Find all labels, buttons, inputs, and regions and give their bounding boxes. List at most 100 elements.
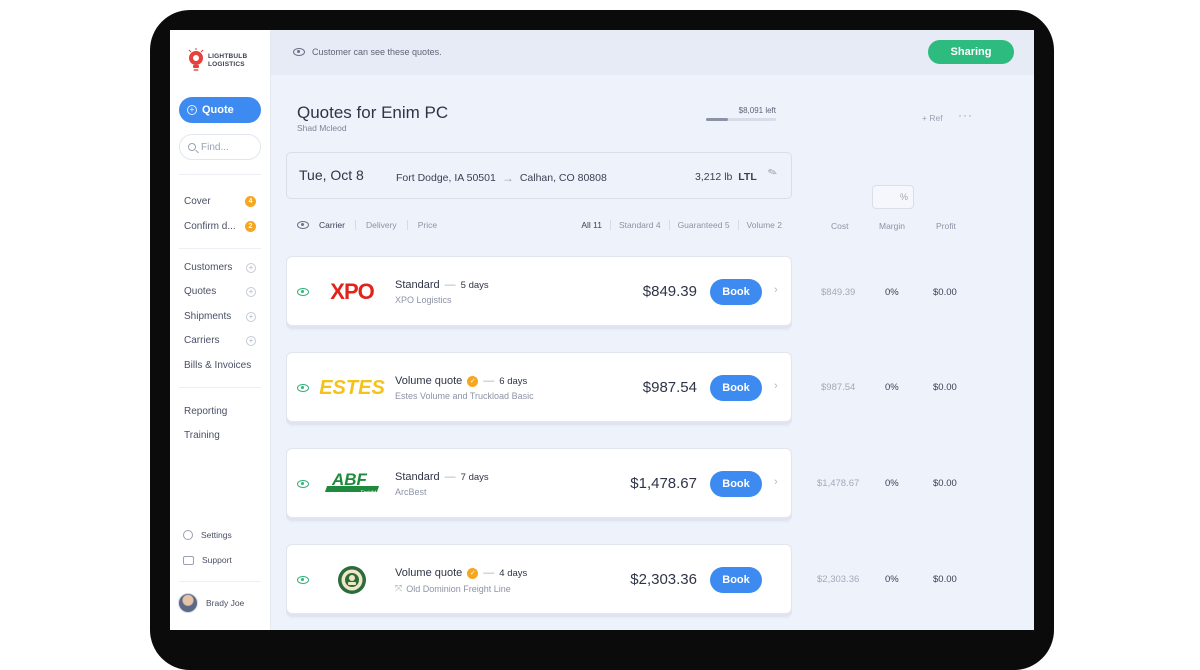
book-button[interactable]: Book bbox=[710, 471, 762, 497]
sidebar-item-confirm[interactable]: Confirm d... 2 bbox=[184, 221, 256, 232]
volume-badge-icon: ✓ bbox=[467, 567, 479, 579]
service-line: Volume quote ✓ — 4 days bbox=[395, 567, 527, 579]
chat-icon bbox=[183, 555, 194, 565]
sidebar-divider bbox=[179, 581, 261, 582]
sidebar-divider bbox=[179, 387, 261, 388]
quote-profit: $0.00 bbox=[933, 478, 957, 489]
customer-contact[interactable]: Shad Mcleod bbox=[297, 123, 347, 133]
sort-delivery[interactable]: Delivery bbox=[366, 220, 397, 230]
add-ref-button[interactable]: + Ref bbox=[922, 113, 943, 123]
app-logo[interactable]: LIGHTBULB LOGISTICS bbox=[188, 48, 247, 74]
quote-card[interactable]: Volume quote ✓ — 4 days ⤧ Old Dominion F… bbox=[286, 544, 792, 614]
filter-standard[interactable]: Standard 4 bbox=[619, 220, 661, 230]
quote-card[interactable]: XPO Standard — 5 days XPO Logistics $849… bbox=[286, 256, 792, 326]
eye-icon[interactable] bbox=[297, 576, 309, 584]
eye-icon[interactable] bbox=[297, 384, 309, 392]
quote-card[interactable]: ESTES Volume quote ✓ — 6 days Estes Volu… bbox=[286, 352, 792, 422]
book-button[interactable]: Book bbox=[710, 375, 762, 401]
abf-logo-text: ABF bbox=[332, 470, 367, 489]
quote-profit: $0.00 bbox=[933, 574, 957, 585]
lightbulb-logo-icon bbox=[188, 48, 204, 74]
sort-carrier[interactable]: Carrier bbox=[319, 220, 345, 230]
service-type: Volume quote bbox=[395, 567, 463, 579]
new-quote-button[interactable]: + Quote bbox=[179, 97, 261, 123]
eye-icon[interactable] bbox=[297, 480, 309, 488]
service-type: Standard bbox=[395, 471, 440, 483]
sidebar: LIGHTBULB LOGISTICS + Quote Find... Cove… bbox=[170, 30, 271, 630]
sidebar-item-training[interactable]: Training bbox=[184, 430, 256, 441]
user-profile[interactable]: Brady Joe bbox=[178, 593, 244, 613]
filter-separator bbox=[406, 220, 408, 230]
chevron-right-icon[interactable]: › bbox=[774, 284, 778, 296]
quote-margin: 0% bbox=[885, 382, 899, 393]
eye-icon[interactable] bbox=[297, 288, 309, 296]
shipment-mode: LTL bbox=[738, 171, 757, 183]
quote-price: $2,303.36 bbox=[630, 571, 697, 588]
quote-price: $987.54 bbox=[642, 379, 697, 396]
quote-margin: 0% bbox=[885, 574, 899, 585]
sidebar-item-customers[interactable]: Customers + bbox=[184, 262, 256, 273]
user-name: Brady Joe bbox=[206, 598, 245, 608]
expand-icon: ⤧ bbox=[395, 583, 403, 593]
margin-percent-input[interactable]: % bbox=[872, 185, 914, 209]
carrier-name: ⤧ Old Dominion Freight Line bbox=[395, 583, 511, 594]
service-type: Standard bbox=[395, 279, 440, 291]
budget-remaining: $8,091 left bbox=[738, 106, 776, 115]
sharing-button[interactable]: Sharing bbox=[928, 40, 1014, 64]
add-circle-icon[interactable]: + bbox=[246, 262, 256, 273]
sidebar-item-label: Customers bbox=[184, 262, 233, 273]
add-circle-icon[interactable]: + bbox=[246, 286, 256, 297]
quote-cost: $2,303.36 bbox=[817, 574, 860, 585]
page-title: Quotes for Enim PC bbox=[297, 103, 449, 122]
eye-icon bbox=[293, 48, 305, 56]
sidebar-item-label: Confirm d... bbox=[184, 221, 236, 232]
sidebar-item-label: Training bbox=[184, 430, 220, 441]
top-bar: Customer can see these quotes. Sharing bbox=[271, 30, 1034, 75]
gear-icon bbox=[183, 530, 193, 540]
carrier-name: ArcBest bbox=[395, 487, 427, 497]
carrier-name-text: Old Dominion Freight Line bbox=[406, 583, 511, 594]
sidebar-item-carriers[interactable]: Carriers + bbox=[184, 335, 256, 346]
dash-separator: — bbox=[483, 567, 495, 579]
quote-card[interactable]: ABF Freight Standard — 7 days ArcBest $1… bbox=[286, 448, 792, 518]
carrier-name: XPO Logistics bbox=[395, 295, 452, 305]
sidebar-item-label: Reporting bbox=[184, 406, 228, 417]
pickup-date: Tue, Oct 8 bbox=[299, 167, 364, 183]
old-dominion-seal-icon bbox=[338, 566, 366, 594]
sort-price[interactable]: Price bbox=[418, 220, 437, 230]
filter-volume[interactable]: Volume 2 bbox=[747, 220, 782, 230]
eye-icon[interactable] bbox=[297, 221, 309, 229]
logo-line-2: LOGISTICS bbox=[208, 61, 245, 68]
column-profit: Profit bbox=[936, 221, 956, 231]
filter-guaranteed[interactable]: Guaranteed 5 bbox=[678, 220, 730, 230]
shipment-summary[interactable]: Tue, Oct 8 Fort Dodge, IA 50501 → Calhan… bbox=[286, 152, 792, 199]
sidebar-item-label: Shipments bbox=[184, 311, 232, 322]
sidebar-item-shipments[interactable]: Shipments + bbox=[184, 311, 256, 322]
filter-separator bbox=[609, 220, 611, 230]
filter-all[interactable]: All 11 bbox=[581, 220, 602, 230]
sidebar-item-bills[interactable]: Bills & Invoices bbox=[184, 360, 256, 371]
add-circle-icon[interactable]: + bbox=[246, 335, 256, 346]
sidebar-item-cover[interactable]: Cover 4 bbox=[184, 196, 256, 207]
xpo-logo-text: XPO bbox=[330, 279, 374, 304]
sidebar-item-quotes[interactable]: Quotes + bbox=[184, 286, 256, 297]
add-circle-icon[interactable]: + bbox=[246, 311, 256, 322]
volume-badge-icon: ✓ bbox=[467, 375, 479, 387]
sidebar-item-reporting[interactable]: Reporting bbox=[184, 406, 256, 417]
chevron-right-icon[interactable]: › bbox=[774, 476, 778, 488]
destination: Calhan, CO 80808 bbox=[519, 172, 607, 184]
chevron-right-icon[interactable]: › bbox=[774, 380, 778, 392]
estes-logo-text: ESTES bbox=[319, 376, 385, 399]
edit-link-icon[interactable]: ✎ bbox=[766, 165, 779, 180]
estes-logo: ESTES bbox=[317, 369, 387, 407]
more-options-icon[interactable]: ··· bbox=[958, 108, 973, 122]
service-type: Volume quote bbox=[395, 375, 463, 387]
book-button[interactable]: Book bbox=[710, 279, 762, 305]
budget-progress-fill bbox=[706, 118, 729, 121]
book-button[interactable]: Book bbox=[710, 567, 762, 593]
old-dominion-logo bbox=[317, 561, 387, 599]
sidebar-item-label: Quotes bbox=[184, 286, 217, 297]
find-input[interactable]: Find... bbox=[179, 134, 261, 160]
sidebar-item-support[interactable]: Support bbox=[183, 555, 232, 565]
sidebar-item-settings[interactable]: Settings bbox=[183, 530, 232, 540]
